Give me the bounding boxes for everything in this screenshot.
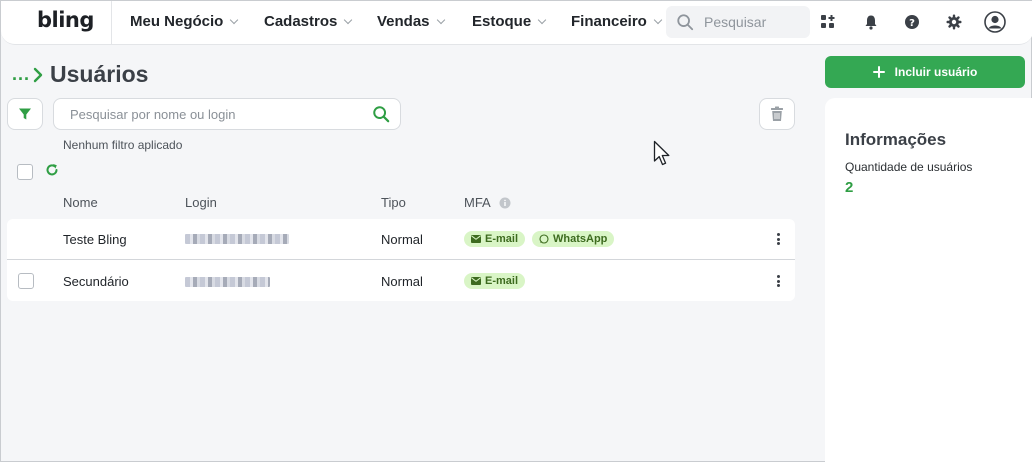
envelope-icon [471,277,481,285]
row-options-icon[interactable] [773,273,783,289]
login-redacted [185,277,270,287]
mfa-badge-email: E-mail [464,273,526,289]
select-all-checkbox[interactable] [17,164,33,180]
nav-item-label: Estoque [472,13,532,30]
mouse-cursor-icon [653,140,670,166]
filter-icon [19,108,31,120]
table-row[interactable]: Teste Bling Normal E-mail WhatsApp [7,219,795,259]
nav-item-label: Cadastros [264,13,338,30]
bling-logo[interactable]: bling [37,8,94,32]
users-table: Teste Bling Normal E-mail WhatsApp Secun… [7,219,795,301]
bell-icon[interactable] [861,12,881,32]
user-search-input[interactable] [70,106,372,122]
plus-icon [872,66,885,78]
top-navigation-bar: bling Meu Negócio Cadastros Vendas Estoq… [1,1,1032,45]
chevron-down-icon [537,15,547,25]
login-redacted [185,234,289,244]
refresh-icon[interactable] [45,163,59,182]
chevron-down-icon [653,15,663,25]
column-header-login[interactable]: Login [185,195,217,210]
user-type: Normal [381,274,423,289]
info-icon[interactable] [499,197,511,209]
avatar[interactable] [984,11,1006,33]
row-checkbox[interactable] [18,273,34,289]
search-icon[interactable] [372,105,390,123]
nav-item-financeiro[interactable]: Financeiro [571,13,663,30]
breadcrumb: ... Usuários [12,61,148,88]
nav-item-label: Vendas [377,13,430,30]
nav-item-meu-negocio[interactable]: Meu Negócio [130,13,239,30]
whatsapp-icon [539,234,549,244]
filter-status-text: Nenhum filtro aplicado [63,138,183,152]
chevron-right-icon [33,67,43,82]
gear-icon[interactable] [944,12,964,32]
user-count-label: Quantidade de usuários [845,160,973,174]
page-title: Usuários [50,61,149,87]
mfa-badge-label: E-mail [485,233,519,245]
user-search-field[interactable] [53,98,401,130]
column-header-mfa[interactable]: MFA [464,195,511,210]
user-name: Secundário [63,274,129,289]
trash-icon [771,106,783,121]
add-user-label: Incluir usuário [894,65,978,79]
mfa-badge-email: E-mail [464,231,526,247]
breadcrumb-back-link[interactable]: ... [12,64,30,85]
search-icon [677,14,694,31]
column-header-name[interactable]: Nome [63,195,98,210]
nav-item-label: Meu Negócio [130,13,224,30]
nav-divider [111,1,112,45]
delete-button[interactable] [759,98,795,130]
svg-text:?: ? [909,18,915,29]
mfa-badge-whatsapp: WhatsApp [532,231,615,247]
user-type: Normal [381,232,423,247]
filter-button[interactable] [7,98,43,130]
nav-item-estoque[interactable]: Estoque [472,13,547,30]
user-name: Teste Bling [63,232,127,247]
chevron-down-icon [230,15,239,25]
envelope-icon [471,235,481,243]
chevron-down-icon [344,15,353,25]
nav-item-label: Financeiro [571,13,647,30]
chevron-down-icon [436,15,445,25]
nav-item-cadastros[interactable]: Cadastros [264,13,353,30]
add-user-button[interactable]: Incluir usuário [825,56,1025,88]
mfa-badge-label: E-mail [485,275,519,287]
row-options-icon[interactable] [773,231,783,247]
global-search-placeholder: Pesquisar [704,14,767,30]
nav-item-vendas[interactable]: Vendas [377,13,445,30]
info-title: Informações [845,130,947,149]
global-search-input[interactable]: Pesquisar [666,6,810,38]
help-icon[interactable]: ? [902,12,922,32]
apps-icon[interactable] [818,12,838,32]
user-count-value: 2 [845,179,854,196]
table-row[interactable]: Secundário Normal E-mail [7,259,795,299]
column-header-type[interactable]: Tipo [381,195,406,210]
info-panel: Informações Quantidade de usuários 2 [825,98,1032,462]
mfa-badge-label: WhatsApp [553,233,608,245]
column-header-mfa-label: MFA [464,195,491,210]
